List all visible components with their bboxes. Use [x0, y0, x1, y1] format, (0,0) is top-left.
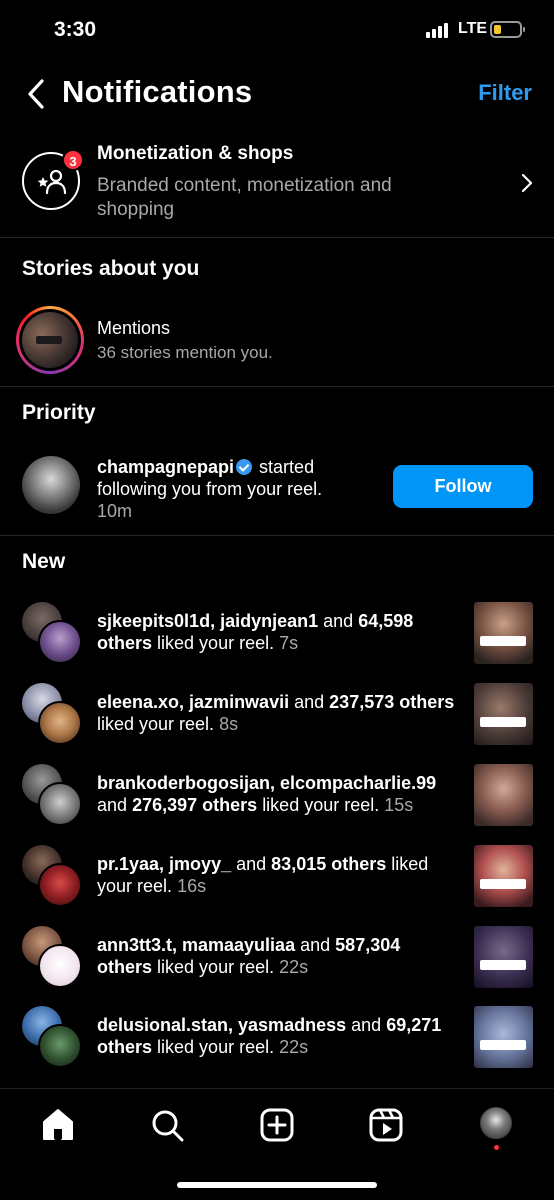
avatar: [38, 1024, 82, 1068]
back-button[interactable]: [20, 76, 54, 112]
story-ring: [16, 306, 84, 374]
notification-text: pr.1yaa, jmoyy_ and 83,015 others liked …: [97, 854, 429, 896]
avatar-stack: [22, 1006, 84, 1068]
reel-thumbnail[interactable]: [474, 926, 533, 988]
list-item[interactable]: pr.1yaa, jmoyy_ and 83,015 others liked …: [0, 845, 554, 921]
list-item[interactable]: delusional.stan, yasmadness and 69,271 o…: [0, 1006, 554, 1082]
list-item[interactable]: eleena.xo, jazminwavii and 237,573 other…: [0, 683, 554, 759]
timestamp: 10m: [97, 501, 133, 521]
avatar: [38, 701, 82, 745]
status-time: 3:30: [54, 18, 97, 41]
avatar-stack: [22, 845, 84, 907]
avatar[interactable]: [22, 456, 80, 514]
reel-thumbnail[interactable]: [474, 602, 533, 664]
avatar: [38, 863, 82, 907]
search-icon: [152, 1110, 184, 1142]
divider: [0, 386, 554, 387]
list-item[interactable]: sjkeepits0l1d, jaidynjean1 and 64,598 ot…: [0, 602, 554, 678]
reel-thumbnail[interactable]: [474, 845, 533, 907]
home-icon: [43, 1109, 73, 1140]
mentions-subtitle: 36 stories mention you.: [97, 343, 273, 362]
story-thumbnail: [22, 312, 78, 368]
avatar-stack: [22, 683, 84, 745]
avatar-stack: [22, 926, 84, 988]
filter-button[interactable]: Filter: [478, 80, 532, 106]
notifications-header: Notifications Filter: [0, 66, 554, 122]
chevron-right-icon: [521, 173, 533, 193]
signal-icon: [426, 22, 452, 38]
notification-badge: 3: [62, 149, 84, 171]
network-label: LTE: [458, 20, 488, 37]
notification-text: ann3tt3.t, mamaayuliaa and 587,304 other…: [97, 935, 401, 977]
avatar: [38, 782, 82, 826]
divider: [0, 535, 554, 536]
notification-text: eleena.xo, jazminwavii and 237,573 other…: [97, 692, 455, 734]
chevron-left-icon: [28, 79, 44, 109]
nav-create[interactable]: [257, 1105, 297, 1145]
follow-button[interactable]: Follow: [393, 465, 533, 508]
reels-icon: [369, 1108, 403, 1142]
create-icon: [260, 1108, 294, 1142]
nav-search[interactable]: [147, 1105, 187, 1145]
list-item[interactable]: ann3tt3.t, mamaayuliaa and 587,304 other…: [0, 926, 554, 1002]
priority-notification: champagnepapi started following you from…: [0, 452, 554, 524]
verified-badge-icon: [236, 459, 253, 475]
section-title-stories: Stories about you: [22, 257, 200, 280]
notification-text: delusional.stan, yasmadness and 69,271 o…: [97, 1015, 442, 1057]
nav-profile-avatar[interactable]: [480, 1107, 512, 1139]
reel-thumbnail[interactable]: [474, 1006, 533, 1068]
priority-text: champagnepapi started following you from…: [97, 456, 357, 522]
reel-thumbnail[interactable]: [474, 764, 533, 826]
avatar-stack: [22, 602, 84, 664]
avatar: [38, 944, 82, 988]
avatar-stack: [22, 764, 84, 826]
avatar: [38, 620, 82, 664]
section-title-priority: Priority: [22, 401, 96, 424]
nav-home[interactable]: [38, 1105, 78, 1145]
mentions-row[interactable]: Mentions 36 stories mention you.: [0, 300, 554, 380]
activity-dot: [494, 1145, 499, 1150]
nav-reels[interactable]: [366, 1105, 406, 1145]
notification-text: sjkeepits0l1d, jaidynjean1 and 64,598 ot…: [97, 611, 414, 653]
monetization-row[interactable]: 3 Monetization & shops Branded content, …: [0, 134, 554, 238]
monetization-subtitle: Branded content, monetization and shoppi…: [97, 175, 392, 220]
status-bar: 3:30 LTE: [0, 0, 554, 60]
username-link[interactable]: champagnepapi: [97, 457, 234, 477]
section-title-new: New: [22, 550, 66, 573]
monetization-title: Monetization & shops: [97, 143, 294, 164]
mentions-title: Mentions: [97, 318, 171, 338]
battery-icon: [490, 21, 525, 38]
home-indicator[interactable]: [177, 1182, 377, 1188]
reel-thumbnail[interactable]: [474, 683, 533, 745]
list-item[interactable]: brankoderbogosijan, elcompacharlie.99 an…: [0, 764, 554, 840]
divider: [0, 237, 554, 238]
page-title: Notifications: [62, 74, 253, 109]
notification-text: brankoderbogosijan, elcompacharlie.99 an…: [97, 773, 437, 815]
